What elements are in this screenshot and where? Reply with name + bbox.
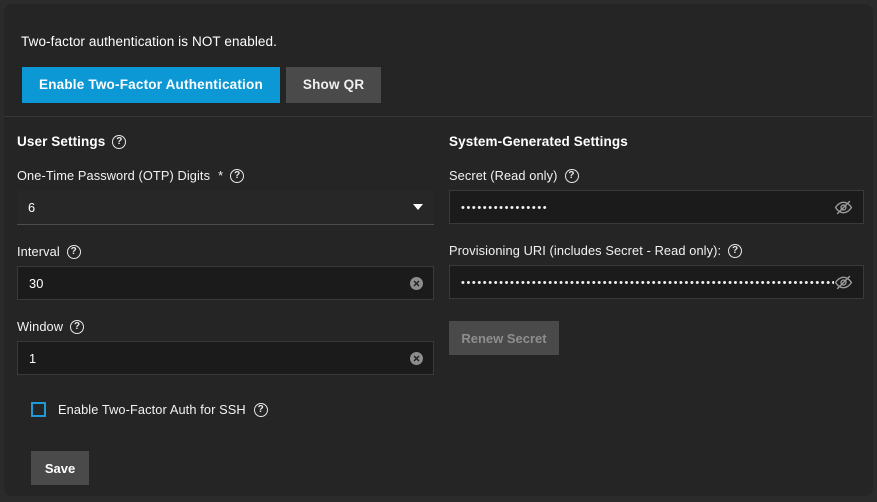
two-factor-auth-card: Two-factor authentication is NOT enabled…: [4, 4, 873, 496]
provisioning-uri-label: Provisioning URI (includes Secret - Read…: [449, 243, 721, 258]
clear-circle-icon[interactable]: [410, 277, 423, 290]
help-circle-icon[interactable]: ?: [728, 244, 742, 258]
enable-two-factor-ssh-label: Enable Two-Factor Auth for SSH: [58, 402, 246, 417]
help-circle-icon[interactable]: ?: [565, 169, 579, 183]
secret-label-row: Secret (Read only) ?: [449, 168, 864, 183]
help-circle-icon[interactable]: ?: [230, 169, 244, 183]
eye-off-icon[interactable]: [834, 198, 853, 217]
help-circle-icon[interactable]: ?: [70, 320, 84, 334]
window-field: Window ? 1: [17, 319, 434, 375]
renew-secret-button[interactable]: Renew Secret: [449, 321, 559, 355]
enable-two-factor-ssh-row[interactable]: Enable Two-Factor Auth for SSH ?: [31, 402, 268, 417]
system-settings-heading: System-Generated Settings: [449, 134, 864, 149]
window-value: 1: [18, 351, 410, 366]
system-settings-title: System-Generated Settings: [449, 134, 628, 149]
interval-label: Interval: [17, 244, 60, 259]
status-action-buttons: Enable Two-Factor Authentication Show QR: [22, 67, 381, 103]
help-circle-icon[interactable]: ?: [67, 245, 81, 259]
help-circle-icon[interactable]: ?: [254, 403, 268, 417]
chevron-down-icon[interactable]: [413, 204, 423, 210]
provisioning-uri-input[interactable]: ••••••••••••••••••••••••••••••••••••••••…: [449, 265, 864, 299]
window-input[interactable]: 1: [17, 341, 434, 375]
otp-digits-label: One-Time Password (OTP) Digits: [17, 168, 210, 183]
save-button[interactable]: Save: [31, 451, 89, 485]
otp-digits-label-row: One-Time Password (OTP) Digits * ?: [17, 168, 434, 183]
provisioning-uri-value: ••••••••••••••••••••••••••••••••••••••••…: [450, 275, 834, 289]
system-generated-settings-column: System-Generated Settings Secret (Read o…: [449, 117, 864, 355]
secret-field: Secret (Read only) ? ••••••••••••••••: [449, 168, 864, 224]
user-settings-column: User Settings ? One-Time Password (OTP) …: [17, 117, 434, 375]
otp-digits-select[interactable]: 6: [17, 190, 434, 225]
secret-label: Secret (Read only): [449, 168, 558, 183]
enable-two-factor-ssh-checkbox[interactable]: [31, 402, 46, 417]
clear-circle-icon[interactable]: [410, 352, 423, 365]
interval-value: 30: [18, 276, 410, 291]
interval-field: Interval ? 30: [17, 244, 434, 300]
user-settings-heading: User Settings ?: [17, 134, 434, 149]
secret-value: ••••••••••••••••: [450, 200, 834, 214]
enable-two-factor-authentication-button[interactable]: Enable Two-Factor Authentication: [22, 67, 280, 103]
help-circle-icon[interactable]: ?: [112, 135, 126, 149]
window-label: Window: [17, 319, 63, 334]
provisioning-uri-field: Provisioning URI (includes Secret - Read…: [449, 243, 864, 299]
settings-body: User Settings ? One-Time Password (OTP) …: [4, 117, 873, 495]
provisioning-uri-label-row: Provisioning URI (includes Secret - Read…: [449, 243, 864, 258]
user-settings-title: User Settings: [17, 134, 105, 149]
secret-input[interactable]: ••••••••••••••••: [449, 190, 864, 224]
interval-label-row: Interval ?: [17, 244, 434, 259]
show-qr-button[interactable]: Show QR: [286, 67, 381, 103]
eye-off-icon[interactable]: [834, 273, 853, 292]
otp-digits-value: 6: [17, 200, 413, 215]
interval-input[interactable]: 30: [17, 266, 434, 300]
status-band: Two-factor authentication is NOT enabled…: [4, 4, 873, 117]
enable-two-factor-ssh-label-row: Enable Two-Factor Auth for SSH ?: [58, 402, 268, 417]
required-marker: *: [218, 168, 223, 183]
two-factor-status-text: Two-factor authentication is NOT enabled…: [21, 34, 277, 49]
window-label-row: Window ?: [17, 319, 434, 334]
otp-digits-field: One-Time Password (OTP) Digits * ? 6: [17, 168, 434, 225]
